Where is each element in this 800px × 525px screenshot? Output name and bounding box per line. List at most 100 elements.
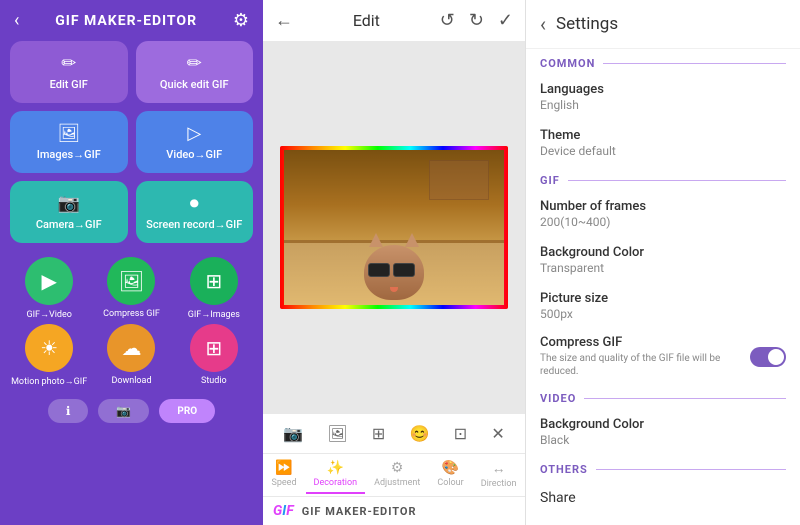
quick-edit-icon: ✏ xyxy=(187,53,202,74)
images-gif-label: Images→GIF xyxy=(37,148,101,161)
toolbar-icons-row: 📷 🖼 ⊞ 😊 ⊡ ✕ xyxy=(263,420,525,447)
video-label: VIDEO xyxy=(540,392,576,405)
quick-edit-gif-button[interactable]: ✏ Quick edit GIF xyxy=(136,41,254,103)
camera-gif-button[interactable]: 📷 Camera→GIF xyxy=(10,181,128,243)
gif-label: GIF xyxy=(540,174,560,187)
theme-value: Device default xyxy=(540,144,786,158)
mid-panel: ← Edit ↺ ↻ ✓ xyxy=(263,0,526,525)
tab-speed[interactable]: ⏩ Speed xyxy=(264,456,305,494)
video-section-header: VIDEO xyxy=(526,384,800,409)
theme-item[interactable]: Theme Device default xyxy=(526,120,800,166)
compress-gif-button[interactable]: 🖼 Compress GIF xyxy=(92,257,170,320)
picture-size-value: 500px xyxy=(540,307,786,321)
screen-record-label: Screen record→GIF xyxy=(146,218,242,231)
studio-label: Studio xyxy=(201,376,227,386)
mid-bottom-bar: GIF GIF MAKER-EDITOR xyxy=(263,496,525,525)
privacy-policy-item[interactable]: Privacy policy xyxy=(526,516,800,525)
common-divider xyxy=(603,63,786,64)
back-icon[interactable]: ‹ xyxy=(14,10,19,31)
edit-gif-button[interactable]: ✏ Edit GIF xyxy=(10,41,128,103)
colour-tab-label: Colour xyxy=(437,478,463,488)
direction-tab-icon: ↔ xyxy=(492,460,506,477)
tab-direction[interactable]: ↔ Direction xyxy=(473,456,525,494)
download-icon: ☁ xyxy=(107,324,155,372)
image-tool-icon[interactable]: 🖼 xyxy=(327,424,347,443)
decoration-tab-label: Decoration xyxy=(314,478,358,488)
screen-record-icon: ⏺ xyxy=(190,193,199,214)
close-tool-icon[interactable]: ✕ xyxy=(491,424,504,443)
right-header: ‹ Settings xyxy=(526,0,800,49)
settings-back-icon[interactable]: ‹ xyxy=(540,12,546,36)
num-frames-title: Number of frames xyxy=(540,199,786,214)
motion-photo-button[interactable]: ☀ Motion photo→GIF xyxy=(10,324,88,387)
speed-tab-icon: ⏩ xyxy=(275,460,292,476)
share-item[interactable]: Share xyxy=(526,480,800,516)
cat-figure xyxy=(364,245,424,300)
common-section-header: COMMON xyxy=(526,49,800,74)
edit-gif-icon: ✏ xyxy=(61,53,76,74)
languages-item[interactable]: Languages English xyxy=(526,74,800,120)
camera-gif-icon: 📷 xyxy=(58,193,80,214)
direction-tab-label: Direction xyxy=(481,479,517,489)
studio-button[interactable]: ⊞ Studio xyxy=(175,324,253,387)
others-label: OTHERS xyxy=(540,463,588,476)
video-bg-color-value: Black xyxy=(540,433,786,447)
tab-adjustment[interactable]: ⚙ Adjustment xyxy=(366,456,428,494)
camera-footer-button[interactable]: 📷 xyxy=(98,399,149,423)
bg-color-item[interactable]: Background Color Transparent xyxy=(526,237,800,283)
speed-tab-label: Speed xyxy=(272,478,297,488)
video-gif-label: Video→GIF xyxy=(166,148,222,161)
edit-tab-strip: ⏩ Speed ✨ Decoration ⚙ Adjustment 🎨 Colo… xyxy=(263,453,525,496)
confirm-icon[interactable]: ✓ xyxy=(498,10,513,31)
gif-images-label: GIF→Images xyxy=(188,309,240,320)
grid-tool-icon[interactable]: ⊞ xyxy=(372,424,385,443)
others-section-header: OTHERS xyxy=(526,455,800,480)
decoration-tab-icon: ✨ xyxy=(327,460,344,476)
edit-gif-label: Edit GIF xyxy=(50,78,88,91)
box-tool-icon[interactable]: ⊡ xyxy=(454,424,467,443)
gif-section-header: GIF xyxy=(526,166,800,191)
settings-title: Settings xyxy=(556,14,618,34)
languages-title: Languages xyxy=(540,82,786,97)
gif-images-button[interactable]: ⊞ GIF→Images xyxy=(175,257,253,320)
languages-value: English xyxy=(540,98,786,112)
video-divider xyxy=(584,398,786,399)
tab-decoration[interactable]: ✨ Decoration xyxy=(306,456,366,494)
settings-icon[interactable]: ⚙ xyxy=(233,10,249,31)
compress-gif-left: Compress GIF The size and quality of the… xyxy=(540,335,750,378)
num-frames-item[interactable]: Number of frames 200(10~400) xyxy=(526,191,800,237)
video-bg-color-item[interactable]: Background Color Black xyxy=(526,409,800,455)
left-footer: ℹ 📷 PRO xyxy=(0,393,263,429)
mid-title: Edit xyxy=(353,11,380,30)
video-gif-button[interactable]: ▷ Video→GIF xyxy=(136,111,254,173)
emoji-tool-icon[interactable]: 😊 xyxy=(410,424,430,443)
compress-gif-label: Compress GIF xyxy=(103,309,160,319)
camera-gif-label: Camera→GIF xyxy=(36,218,102,231)
gif-preview-area xyxy=(263,42,525,413)
gif-logo: GIF xyxy=(273,503,294,519)
picture-size-item[interactable]: Picture size 500px xyxy=(526,283,800,329)
download-button[interactable]: ☁ Download xyxy=(92,324,170,387)
tab-colour[interactable]: 🎨 Colour xyxy=(429,456,471,494)
gif-video-icon: ▶ xyxy=(25,257,73,305)
camera-tool-icon[interactable]: 📷 xyxy=(283,424,303,443)
compress-gif-icon: 🖼 xyxy=(107,257,155,305)
redo-icon[interactable]: ↻ xyxy=(469,10,484,31)
images-gif-icon: 🖼 xyxy=(57,123,80,144)
undo-icon[interactable]: ↺ xyxy=(440,10,455,31)
compress-gif-toggle[interactable] xyxy=(750,347,786,367)
video-gif-icon: ▷ xyxy=(187,123,201,144)
info-button[interactable]: ℹ xyxy=(48,399,89,423)
mid-back-icon[interactable]: ← xyxy=(275,10,293,31)
screen-record-button[interactable]: ⏺ Screen record→GIF xyxy=(136,181,254,243)
quick-edit-label: Quick edit GIF xyxy=(160,78,229,91)
bg-color-value: Transparent xyxy=(540,261,786,275)
gif-divider xyxy=(568,180,786,181)
compress-gif-desc: The size and quality of the GIF file wil… xyxy=(540,352,750,378)
pro-button[interactable]: PRO xyxy=(159,399,215,423)
right-panel: ‹ Settings COMMON Languages English Them… xyxy=(526,0,800,525)
gif-video-button[interactable]: ▶ GIF→Video xyxy=(10,257,88,320)
images-gif-button[interactable]: 🖼 Images→GIF xyxy=(10,111,128,173)
bg-element xyxy=(429,160,489,200)
compress-gif-row: Compress GIF The size and quality of the… xyxy=(526,329,800,384)
